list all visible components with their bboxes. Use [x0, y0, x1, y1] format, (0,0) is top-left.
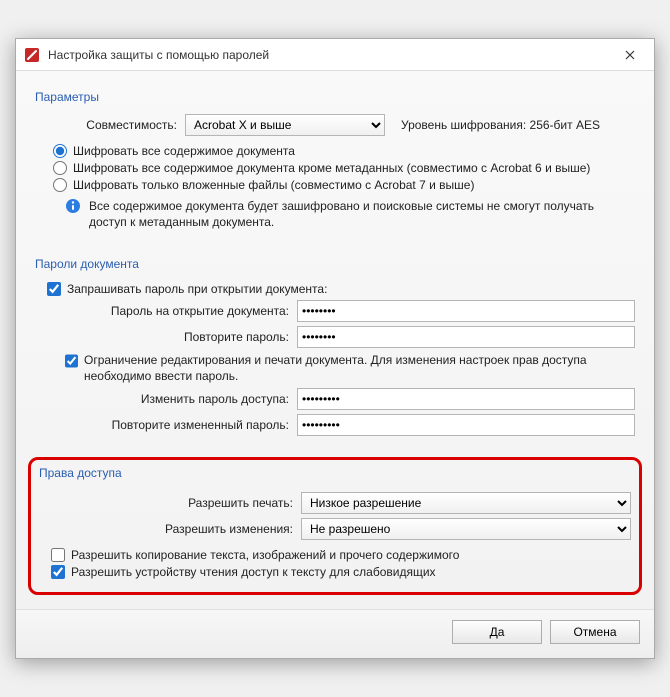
open-password-input[interactable]	[297, 300, 635, 322]
radio-encrypt-except-meta-input[interactable]	[53, 161, 67, 175]
ok-button[interactable]: Да	[452, 620, 542, 644]
open-password-label: Пароль на открытие документа:	[35, 304, 297, 318]
allow-edit-row: Разрешить изменения: Не разрешено	[39, 518, 631, 540]
check-restrict-input[interactable]	[65, 354, 78, 368]
radio-encrypt-attachments[interactable]: Шифровать только вложенные файлы (совмес…	[53, 178, 635, 192]
change-password-repeat-row: Повторите измененный пароль:	[35, 414, 635, 436]
check-accessibility-input[interactable]	[51, 565, 65, 579]
check-accessibility[interactable]: Разрешить устройству чтения доступ к тек…	[51, 565, 631, 579]
radio-encrypt-all[interactable]: Шифровать все содержимое документа	[53, 144, 635, 158]
open-password-repeat-label: Повторите пароль:	[35, 330, 297, 344]
group-passwords: Пароли документа Запрашивать пароль при …	[28, 248, 642, 451]
info-icon	[65, 198, 81, 217]
group-permissions-heading: Права доступа	[39, 466, 631, 488]
open-password-repeat-row: Повторите пароль:	[35, 326, 635, 348]
compatibility-row: Совместимость: Acrobat X и выше Уровень …	[35, 114, 635, 136]
info-row: Все содержимое документа будет зашифрова…	[65, 198, 635, 230]
allow-edit-select[interactable]: Не разрешено	[301, 518, 631, 540]
check-restrict[interactable]: Ограничение редактирования и печати доку…	[65, 352, 635, 384]
close-button[interactable]	[610, 41, 650, 69]
compatibility-label: Совместимость:	[35, 118, 185, 132]
check-copy[interactable]: Разрешить копирование текста, изображени…	[51, 548, 631, 562]
group-passwords-heading: Пароли документа	[35, 255, 635, 279]
change-password-input[interactable]	[297, 388, 635, 410]
titlebar: Настройка защиты с помощью паролей	[16, 39, 654, 71]
allow-edit-label: Разрешить изменения:	[39, 522, 301, 536]
radio-encrypt-all-input[interactable]	[53, 144, 67, 158]
dialog-body: Параметры Совместимость: Acrobat X и выш…	[16, 71, 654, 609]
open-password-row: Пароль на открытие документа:	[35, 300, 635, 322]
app-icon	[24, 47, 40, 63]
encryption-level: Уровень шифрования: 256-бит AES	[401, 118, 600, 132]
close-icon	[625, 50, 635, 60]
allow-print-label: Разрешить печать:	[39, 496, 301, 510]
dialog-window: Настройка защиты с помощью паролей Парам…	[15, 38, 655, 659]
group-params-heading: Параметры	[35, 88, 635, 112]
button-bar: Да Отмена	[16, 609, 654, 658]
group-permissions: Права доступа Разрешить печать: Низкое р…	[28, 457, 642, 595]
radio-encrypt-attachments-input[interactable]	[53, 178, 67, 192]
change-password-row: Изменить пароль доступа:	[35, 388, 635, 410]
change-password-repeat-input[interactable]	[297, 414, 635, 436]
info-text: Все содержимое документа будет зашифрова…	[89, 198, 635, 230]
allow-print-row: Разрешить печать: Низкое разрешение	[39, 492, 631, 514]
open-password-repeat-input[interactable]	[297, 326, 635, 348]
check-copy-input[interactable]	[51, 548, 65, 562]
radio-encrypt-except-meta[interactable]: Шифровать все содержимое документа кроме…	[53, 161, 635, 175]
allow-print-select[interactable]: Низкое разрешение	[301, 492, 631, 514]
check-require-open-input[interactable]	[47, 282, 61, 296]
group-params: Параметры Совместимость: Acrobat X и выш…	[28, 81, 642, 243]
cancel-button[interactable]: Отмена	[550, 620, 640, 644]
check-require-open[interactable]: Запрашивать пароль при открытии документ…	[47, 282, 635, 296]
change-password-label: Изменить пароль доступа:	[35, 392, 297, 406]
compatibility-select[interactable]: Acrobat X и выше	[185, 114, 385, 136]
change-password-repeat-label: Повторите измененный пароль:	[35, 418, 297, 432]
window-title: Настройка защиты с помощью паролей	[48, 48, 610, 62]
